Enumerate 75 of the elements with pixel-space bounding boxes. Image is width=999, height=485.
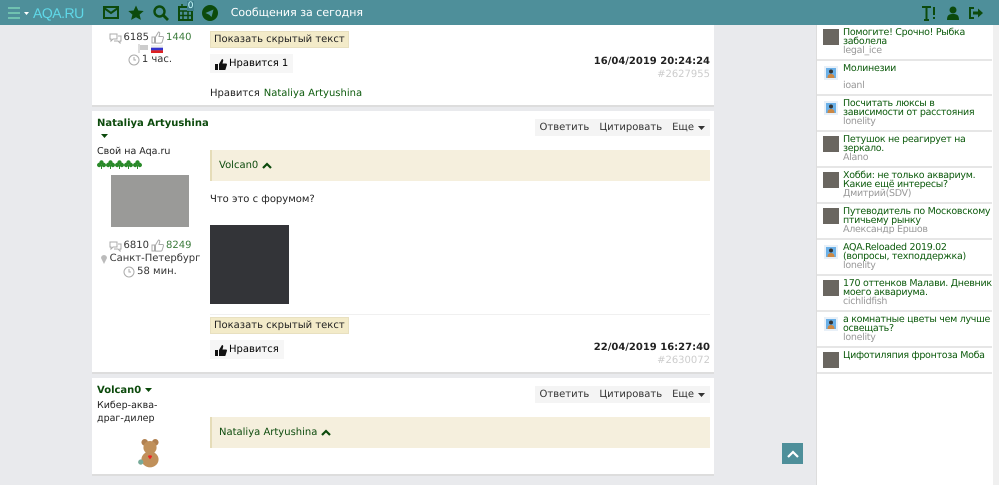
user-link[interactable]: Nataliya Artyushina xyxy=(264,88,362,99)
topic-author: ioanl xyxy=(842,81,866,90)
quote-author-link[interactable]: Volcan0 xyxy=(219,160,258,171)
topic-author: lonelity xyxy=(842,261,876,270)
likes-label: Нравится xyxy=(210,88,260,99)
clover-icon xyxy=(115,160,124,169)
caret-icon xyxy=(698,126,705,130)
like-count: 1440 xyxy=(166,31,192,44)
topic-author: lonelity xyxy=(842,333,876,342)
caret-icon xyxy=(698,392,705,396)
search-icon[interactable] xyxy=(152,4,169,20)
topic-author: legal_ice xyxy=(842,46,883,55)
thumbs-up-icon xyxy=(215,344,227,356)
topic-author: Дмитрий(SDV) xyxy=(842,189,912,198)
russian-flag-icon xyxy=(150,44,162,52)
menu-icon[interactable] xyxy=(8,6,30,18)
thumbs-up-icon xyxy=(151,31,164,44)
like-count: 8249 xyxy=(166,239,192,252)
thumbs-up-icon xyxy=(215,58,227,70)
comments-icon xyxy=(108,240,122,252)
last-seen: 1 час. xyxy=(142,53,172,66)
author-link[interactable]: Volcan0 xyxy=(97,385,142,396)
like-button[interactable]: Нравится xyxy=(210,340,284,359)
topic-link[interactable]: Помогите! Срочно! Рыбка заболела xyxy=(843,28,992,46)
topic-author: Alano xyxy=(842,153,868,162)
topic-link[interactable]: Молинезии xyxy=(843,64,896,73)
topic-link[interactable]: Цифотиляпия фронтоза Моба xyxy=(843,351,985,360)
comments-icon xyxy=(108,32,122,44)
topic-link[interactable]: 170 оттенков Малави. Дневник моего аквариума. xyxy=(843,279,992,297)
chevron-up-icon xyxy=(786,450,798,458)
show-hidden-text-button[interactable]: Показать скрытый текст xyxy=(210,317,349,334)
post-date: 16/04/2019 20:24:24 xyxy=(594,56,710,67)
topic-link[interactable]: Хобби: не только аквариум. Какие ещё интересы? xyxy=(843,171,992,189)
topic-author: Александр Ершов xyxy=(842,225,929,234)
flag-icon xyxy=(138,44,148,53)
topic-link[interactable]: а комнатные цветы чем лучше освещать? xyxy=(843,315,992,333)
topic-link[interactable]: Путеводитель по Московскому птичьему рынку xyxy=(843,207,992,225)
topic-author: lonelity xyxy=(842,117,877,126)
post-date: 22/04/2019 16:27:40 xyxy=(594,342,710,353)
caret-icon[interactable] xyxy=(145,388,152,392)
topic-author: cichlidfish xyxy=(842,297,888,306)
post-text: Что это с форумом? xyxy=(210,194,316,205)
count-badge: 0 xyxy=(186,1,194,11)
clock-icon xyxy=(128,54,140,66)
message-count: 6185 xyxy=(124,31,149,44)
message-count: 6810 xyxy=(124,239,149,252)
scroll-top-button[interactable] xyxy=(782,443,803,464)
clock-icon xyxy=(123,266,136,278)
user-rank: Кибер-аква-драг-дилер xyxy=(97,399,158,425)
sign-out-icon[interactable] xyxy=(969,6,983,18)
user-location: Санкт-Петербург xyxy=(110,252,200,265)
map-pin-icon xyxy=(100,253,108,264)
text-size-icon[interactable] xyxy=(921,4,937,20)
quote-author-link[interactable]: Nataliya Artyushina xyxy=(219,427,318,438)
user-icon[interactable] xyxy=(947,6,959,20)
author-link[interactable]: Nataliya Artyushina xyxy=(97,118,209,129)
like-button[interactable]: Нравится 1 xyxy=(210,54,294,73)
star-icon[interactable] xyxy=(128,4,144,20)
clover-icon xyxy=(124,160,133,169)
user-rank: Свой на Aqa.ru xyxy=(97,145,172,158)
thumbs-up-icon xyxy=(151,239,164,252)
clover-icon xyxy=(106,160,115,169)
clover-icon xyxy=(97,160,106,169)
mail-icon[interactable] xyxy=(102,6,119,19)
paper-plane-icon[interactable] xyxy=(202,4,218,20)
caret-icon[interactable] xyxy=(101,134,108,138)
page-title[interactable]: Сообщения за сегодня xyxy=(230,6,364,19)
chevron-up-icon[interactable] xyxy=(262,162,272,169)
show-hidden-text-button[interactable]: Показать скрытый текст xyxy=(210,31,349,48)
last-seen: 58 мин. xyxy=(137,265,177,278)
clover-icon xyxy=(133,160,142,169)
topic-link[interactable]: Посчитать люксы в зависимости от расстояния xyxy=(843,99,992,117)
topic-link[interactable]: Петушок не реагирует на зеркало. xyxy=(843,135,992,153)
chevron-up-icon[interactable] xyxy=(321,429,332,436)
topic-link[interactable]: AQA.Reloaded 2019.02 (вопросы, техподдержка) xyxy=(843,243,992,261)
